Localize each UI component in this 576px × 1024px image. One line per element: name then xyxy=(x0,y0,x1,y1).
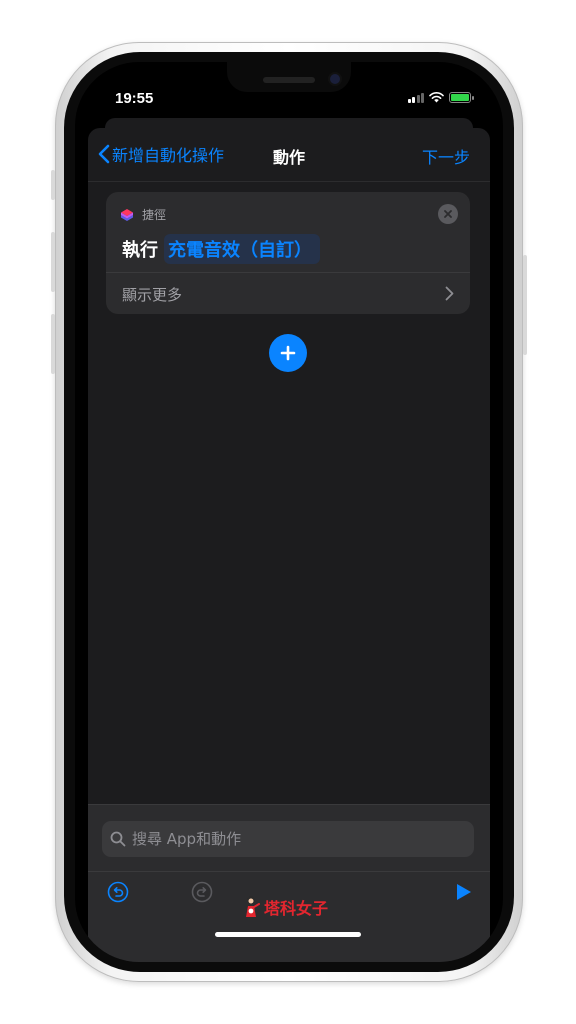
earpiece-speaker xyxy=(263,77,315,83)
add-action-button[interactable] xyxy=(269,334,307,372)
redo-icon xyxy=(191,881,213,903)
chevron-right-icon xyxy=(445,286,454,301)
phone-screen: 19:55 新增自動化操作 動作 下一步 捷徑 執行 充電音效（自訂） 顯示更多… xyxy=(75,62,503,962)
navigation-bar: 新增自動化操作 動作 下一步 xyxy=(88,128,490,182)
search-field[interactable] xyxy=(102,821,474,857)
volume-up-button xyxy=(51,232,55,292)
watermark: 塔科女子 xyxy=(242,895,328,919)
watermark-figure-icon xyxy=(246,896,260,917)
undo-icon xyxy=(107,881,129,903)
search-input[interactable] xyxy=(132,830,474,848)
run-shortcut-action-card: 捷徑 執行 充電音效（自訂） 顯示更多 xyxy=(106,192,470,314)
cellular-signal-icon xyxy=(407,92,424,103)
front-camera xyxy=(330,74,340,84)
battery-icon xyxy=(449,92,474,103)
play-icon xyxy=(457,884,471,900)
undo-button[interactable] xyxy=(107,881,129,907)
home-indicator xyxy=(215,932,361,937)
status-icons xyxy=(407,92,474,103)
plus-icon xyxy=(280,345,296,361)
shortcuts-app-icon xyxy=(121,208,133,221)
action-app-header: 捷徑 xyxy=(120,206,166,223)
bottom-panel xyxy=(88,804,490,962)
show-more-label: 顯示更多 xyxy=(122,286,183,304)
volume-down-button xyxy=(51,314,55,374)
shortcut-parameter[interactable]: 充電音效（自訂） xyxy=(164,234,320,264)
remove-action-button[interactable] xyxy=(438,204,458,224)
side-button xyxy=(523,255,527,355)
wifi-icon xyxy=(429,92,444,103)
watermark-text: 塔科女子 xyxy=(264,899,329,918)
next-button[interactable]: 下一步 xyxy=(422,144,470,168)
action-verb: 執行 xyxy=(122,240,158,261)
action-button xyxy=(51,170,55,200)
status-time: 19:55 xyxy=(115,90,154,107)
redo-button[interactable] xyxy=(191,881,213,907)
show-more-row[interactable]: 顯示更多 xyxy=(106,273,470,314)
search-icon xyxy=(110,831,126,847)
action-app-name: 捷徑 xyxy=(142,208,167,222)
action-sentence: 執行 充電音效（自訂） xyxy=(122,234,320,264)
close-icon xyxy=(444,210,452,218)
toolbar-divider xyxy=(88,871,490,872)
run-button[interactable] xyxy=(456,883,472,905)
action-sheet: 新增自動化操作 動作 下一步 捷徑 執行 充電音效（自訂） 顯示更多 搜尋 Ap… xyxy=(88,128,490,962)
